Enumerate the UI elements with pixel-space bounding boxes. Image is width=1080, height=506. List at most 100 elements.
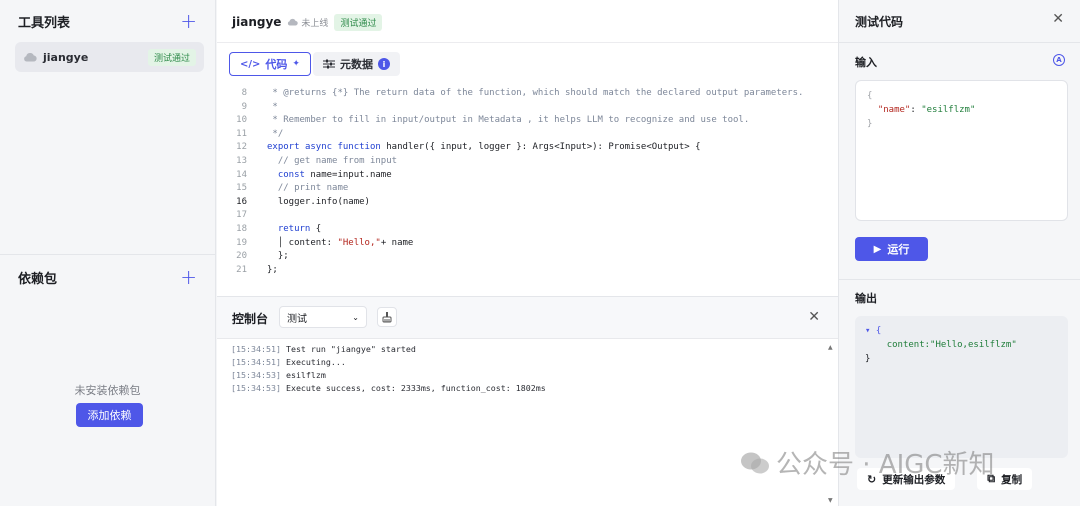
test-panel: 测试代码 ✕ 输入 A { "name": "esilflzm" } ▶ 运行 … xyxy=(838,0,1080,506)
tool-title: jiangye xyxy=(232,15,282,29)
log-message: Executing... xyxy=(280,357,346,367)
tool-list-title: 工具列表 xyxy=(18,15,71,31)
code-icon: </> xyxy=(240,58,261,70)
code-line: 17 xyxy=(217,209,267,223)
cloud-icon xyxy=(24,53,37,62)
json-key: content xyxy=(886,340,925,350)
log-message: esilflzm xyxy=(280,370,326,380)
tool-item-jiangye[interactable]: jiangye 测试通过 xyxy=(15,42,204,72)
deps-title: 依赖包 xyxy=(18,271,58,287)
line-number: 19 xyxy=(236,237,247,248)
editor-header: jiangye 未上线 测试通过 xyxy=(232,12,383,32)
input-json-editor[interactable]: { "name": "esilflzm" } xyxy=(855,80,1068,221)
info-icon: i xyxy=(377,58,390,70)
json-brace[interactable]: ▾ { xyxy=(865,324,1058,338)
code-text: * @returns {*} The return data of the fu… xyxy=(267,88,804,98)
console-scrollbar[interactable]: ▲ ▼ xyxy=(828,340,836,506)
close-console-icon[interactable]: ✕ xyxy=(808,309,820,325)
output-json-viewer: ▾ { content:"Hello,esilflzm" } xyxy=(855,316,1068,458)
line-number: 16 xyxy=(236,196,247,207)
console-toolbar: 控制台 测试 ⌄ ✕ xyxy=(217,297,838,339)
log-timestamp: [15:34:53] xyxy=(231,370,281,380)
code-line: 10 * Remember to fill in input/output in… xyxy=(217,114,749,128)
code-line: 20 }; xyxy=(217,250,289,264)
editor-tabs: </> 代码 ✦ 元数据 i xyxy=(229,52,400,76)
log-line: [15:34:53] Execute success, cost: 2333ms… xyxy=(231,382,814,395)
code-line: 12 export async function handler({ input,… xyxy=(217,141,701,155)
json-entry: content:"Hello,esilflzm" xyxy=(865,338,1058,352)
console-log: [15:34:51] Test run "jiangye" started [15… xyxy=(217,340,828,506)
code-text: }; xyxy=(267,251,289,262)
log-timestamp: [15:34:51] xyxy=(231,344,281,354)
close-icon[interactable]: ✕ xyxy=(1052,11,1064,27)
code-text: * xyxy=(267,101,278,112)
tab-metadata[interactable]: 元数据 i xyxy=(312,52,400,76)
tab-code-label: 代码 xyxy=(265,58,288,71)
deps-header: 依赖包 + xyxy=(18,267,197,287)
copy-icon: ⧉ xyxy=(987,472,996,485)
run-button[interactable]: ▶ 运行 xyxy=(855,237,928,261)
json-key: "name" xyxy=(877,105,911,115)
json-colon: : xyxy=(910,105,922,115)
console-env-select[interactable]: 测试 ⌄ xyxy=(279,306,367,328)
code-text: export async function handler({ input, l… xyxy=(267,142,701,153)
refresh-icon: ↻ xyxy=(867,472,877,486)
add-tool-icon[interactable]: + xyxy=(180,11,197,31)
line-number: 11 xyxy=(236,128,247,139)
sparkle-icon: ✦ xyxy=(292,59,300,69)
line-number: 10 xyxy=(236,115,247,126)
tool-item-name: jiangye xyxy=(43,50,89,64)
add-dep-icon[interactable]: + xyxy=(180,267,197,287)
log-message: Execute success, cost: 2333ms, function_… xyxy=(280,383,546,393)
chevron-down-icon: ⌄ xyxy=(352,312,359,322)
tab-code[interactable]: </> 代码 ✦ xyxy=(229,52,311,76)
code-text: │ content: "Hello,"+ name xyxy=(267,237,414,248)
code-text: // get name from input xyxy=(267,156,398,166)
log-line: [15:34:51] Test run "jiangye" started xyxy=(231,343,814,356)
code-text: // print name xyxy=(267,183,349,194)
line-number: 21 xyxy=(236,264,247,275)
log-line: [15:34:53] esilflzm xyxy=(231,369,814,382)
ai-icon[interactable]: A xyxy=(1053,54,1065,66)
log-timestamp: [15:34:51] xyxy=(231,357,281,367)
code-line: 15 // print name xyxy=(217,182,348,196)
code-text: * Remember to fill in input/output in Me… xyxy=(267,115,750,126)
scroll-down-icon[interactable]: ▼ xyxy=(828,497,833,504)
add-dep-button[interactable]: 添加依赖 xyxy=(76,403,143,427)
copy-button[interactable]: ⧉ 复制 xyxy=(977,468,1033,490)
divider xyxy=(0,254,215,255)
input-label: 输入 xyxy=(855,56,877,69)
run-label: 运行 xyxy=(887,243,910,256)
update-output-params-button[interactable]: ↻ 更新输出参数 xyxy=(857,468,956,490)
line-number: 12 xyxy=(236,142,247,153)
editor-panel: jiangye 未上线 测试通过 </> 代码 ✦ 元数据 i 8 * @ret… xyxy=(217,0,838,506)
json-brace: } xyxy=(865,354,871,364)
output-actions: ↻ 更新输出参数 ⧉ 复制 xyxy=(857,468,1033,490)
line-number: 17 xyxy=(236,210,247,221)
offline-label: 未上线 xyxy=(301,18,329,29)
code-editor[interactable]: 8 * @returns {*} The return data of the … xyxy=(217,86,838,294)
divider xyxy=(839,42,1080,43)
log-timestamp: [15:34:53] xyxy=(231,383,281,393)
console-title: 控制台 xyxy=(232,312,269,326)
clear-console-button[interactable] xyxy=(377,307,397,327)
line-number: 20 xyxy=(236,251,247,262)
code-text: const name=input.name xyxy=(277,169,392,180)
code-line: 21}; xyxy=(217,264,278,278)
code-line: 11 */ xyxy=(217,128,283,142)
line-number: 18 xyxy=(236,224,247,234)
scroll-up-icon[interactable]: ▲ xyxy=(828,344,833,351)
tab-metadata-label: 元数据 xyxy=(339,58,373,71)
code-text: }; xyxy=(267,264,278,275)
divider xyxy=(217,42,838,43)
sliders-icon xyxy=(322,59,335,69)
json-value: "Hello,esilflzm" xyxy=(930,340,1017,350)
divider xyxy=(839,279,1080,280)
line-number: 13 xyxy=(236,156,247,166)
json-brace: } xyxy=(867,119,873,129)
copy-label: 复制 xyxy=(1001,473,1023,486)
code-line: 18 return { xyxy=(217,223,321,237)
code-line: 13 // get name from input xyxy=(217,155,397,169)
line-number: 15 xyxy=(236,183,247,194)
